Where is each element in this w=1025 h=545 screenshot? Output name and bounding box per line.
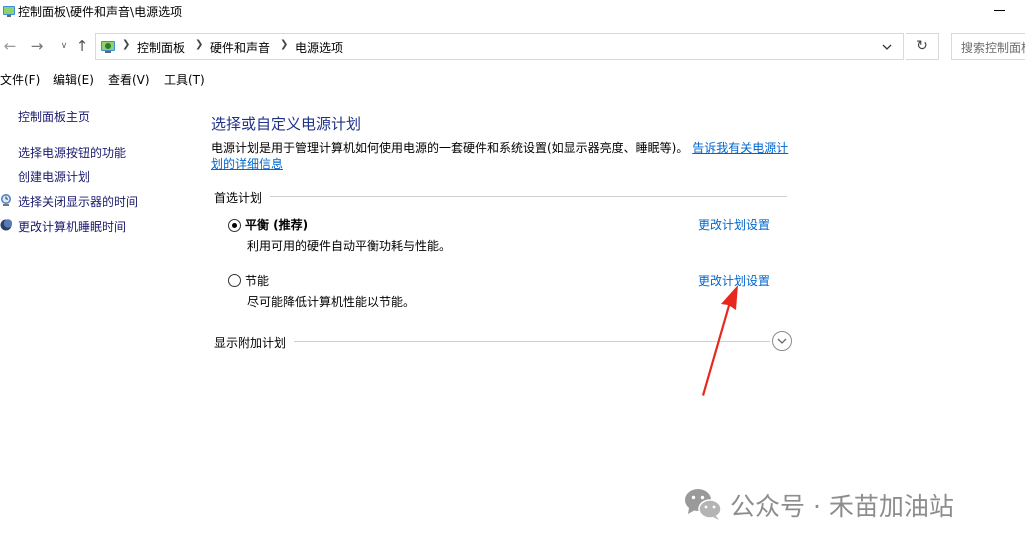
title-bar: 控制面板\硬件和声音\电源选项 xyxy=(0,0,1025,24)
balanced-plan-description: 利用可用的硬件自动平衡功耗与性能。 xyxy=(247,239,452,253)
back-button[interactable]: ← xyxy=(0,36,20,56)
power-saver-plan-name: 节能 xyxy=(245,274,270,288)
address-bar[interactable]: ❯ 控制面板 ❯ 硬件和声音 ❯ 电源选项 xyxy=(95,33,904,60)
monitor-clock-icon xyxy=(1,194,11,206)
menu-file[interactable]: 文件(F) xyxy=(0,71,40,88)
breadcrumb-power-options[interactable]: 电源选项 xyxy=(295,39,343,56)
create-power-plan-link[interactable]: 创建电源计划 xyxy=(18,168,90,185)
window-title: 控制面板\硬件和声音\电源选项 xyxy=(18,5,183,19)
chevron-down-icon xyxy=(777,338,787,344)
control-panel-icon xyxy=(3,6,15,17)
annotation-arrow xyxy=(702,285,738,396)
recent-locations-button[interactable]: ∨ xyxy=(54,36,74,56)
breadcrumb-separator: ❯ xyxy=(195,39,204,50)
search-placeholder: 搜索控制面板 xyxy=(961,41,1025,55)
balanced-plan-radio[interactable] xyxy=(228,219,241,232)
description-text: 电源计划是用于管理计算机如何使用电源的一套硬件和系统设置(如显示器亮度、睡眠等)… xyxy=(211,141,689,155)
forward-button[interactable]: → xyxy=(27,36,47,56)
expand-additional-plans-button[interactable] xyxy=(772,331,792,351)
refresh-button[interactable]: ↻ xyxy=(906,33,939,60)
wechat-icon xyxy=(685,489,722,520)
power-saver-plan-description: 尽可能降低计算机性能以节能。 xyxy=(247,295,416,309)
up-button[interactable]: ↑ xyxy=(72,36,92,56)
power-saver-plan-radio[interactable] xyxy=(228,274,241,287)
sleep-time-link[interactable]: 更改计算机睡眠时间 xyxy=(18,218,126,235)
section-divider xyxy=(270,196,787,197)
page-description: 电源计划是用于管理计算机如何使用电源的一套硬件和系统设置(如显示器亮度、睡眠等)… xyxy=(211,140,791,172)
balanced-change-settings-link[interactable]: 更改计划设置 xyxy=(698,216,770,233)
watermark-text: 公众号 · 禾苗加油站 xyxy=(730,492,954,521)
page-title: 选择或自定义电源计划 xyxy=(211,115,362,133)
menu-tools[interactable]: 工具(T) xyxy=(164,71,205,88)
breadcrumb-control-panel[interactable]: 控制面板 xyxy=(137,39,185,56)
control-panel-icon xyxy=(101,41,115,53)
preferred-plans-heading: 首选计划 xyxy=(214,191,263,205)
menu-view[interactable]: 查看(V) xyxy=(108,71,150,88)
breadcrumb-separator: ❯ xyxy=(280,39,289,50)
display-off-time-link[interactable]: 选择关闭显示器的时间 xyxy=(18,193,138,210)
chevron-down-icon[interactable] xyxy=(880,40,894,54)
minimize-button[interactable] xyxy=(985,0,1017,22)
menu-edit[interactable]: 编辑(E) xyxy=(53,71,94,88)
moon-icon xyxy=(0,219,12,231)
balanced-plan-name: 平衡 (推荐) xyxy=(245,218,309,232)
power-button-function-link[interactable]: 选择电源按钮的功能 xyxy=(18,144,126,161)
search-input[interactable]: 搜索控制面板 xyxy=(951,33,1025,60)
additional-plans-heading[interactable]: 显示附加计划 xyxy=(214,334,286,351)
control-panel-home-link[interactable]: 控制面板主页 xyxy=(18,108,90,125)
breadcrumb-separator: ❯ xyxy=(122,39,131,50)
breadcrumb-hardware-sound[interactable]: 硬件和声音 xyxy=(210,39,270,56)
